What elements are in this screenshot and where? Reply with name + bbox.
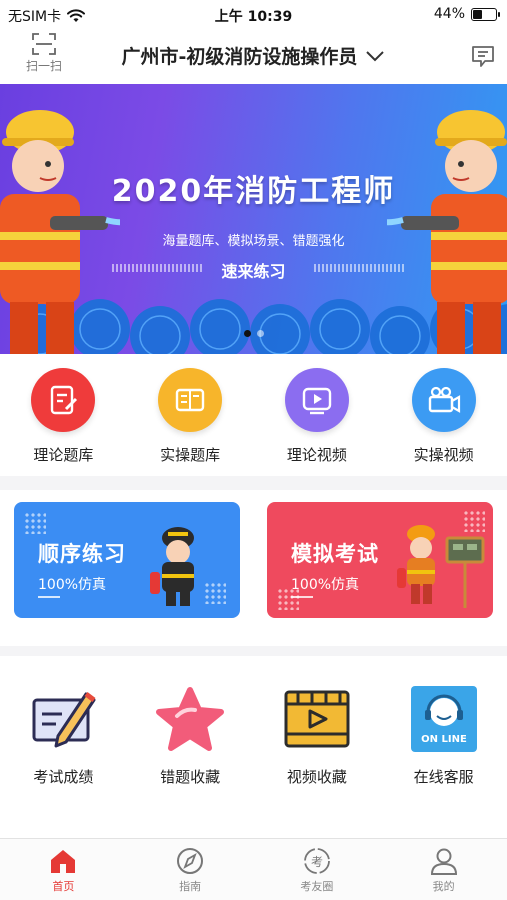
compass-icon — [177, 848, 204, 874]
banner-cta: 速来练习 — [221, 262, 286, 281]
bottom-tab-bar: 首页 指南 考 考友圈 我的 — [0, 838, 507, 900]
video-camera-icon — [411, 368, 476, 432]
firefighter-left-illustration — [0, 110, 120, 354]
scan-label: 扫一扫 — [25, 59, 62, 73]
firefighter-board-icon — [397, 525, 485, 608]
carousel-indicator — [0, 330, 507, 337]
practice-cards: 顺序练习 100%仿真 模拟考试 100%仿真 — [0, 488, 507, 638]
tab-home[interactable]: 首页 — [0, 839, 127, 900]
region-selector[interactable]: 广州市-初级消防设施操作员 — [100, 42, 407, 69]
quick-item-label: 实操视频 — [413, 446, 474, 464]
chevron-down-icon — [366, 50, 385, 61]
tab-label: 指南 — [179, 880, 202, 893]
scan-button[interactable]: 扫一扫 — [14, 32, 74, 82]
tab-label: 我的 — [432, 880, 455, 893]
quick-item-label: 理论视频 — [286, 446, 347, 464]
carousel-dot[interactable] — [243, 330, 251, 337]
feature-row: 考试成绩 错题收藏 视频收藏 ON LINE 在线客服 — [0, 684, 507, 794]
card-title: 顺序练习 — [38, 542, 126, 566]
battery-percent: 44% — [433, 6, 465, 22]
book-icon — [158, 368, 223, 432]
tab-label: 考友圈 — [300, 880, 334, 893]
status-time: 上午 10:39 — [214, 9, 293, 25]
online-badge-text: ON LINE — [421, 734, 467, 745]
sequential-practice-card[interactable]: 顺序练习 100%仿真 — [14, 502, 240, 618]
quick-item-theory-video[interactable]: 理论视频 — [254, 364, 381, 474]
feature-video-collect[interactable]: 视频收藏 — [254, 684, 381, 794]
tab-profile[interactable]: 我的 — [380, 839, 507, 900]
home-icon — [51, 850, 76, 873]
firefighter-figure-icon — [150, 527, 194, 606]
message-icon[interactable] — [469, 42, 497, 70]
quick-item-label: 理论题库 — [33, 446, 94, 464]
play-video-icon — [284, 368, 349, 432]
exam-score-icon — [28, 684, 98, 754]
tab-guide[interactable]: 指南 — [127, 839, 254, 900]
quick-item-practical-bank[interactable]: 实操题库 — [127, 364, 254, 474]
quick-item-label: 实操题库 — [160, 446, 221, 464]
promo-banner[interactable]: 2020年消防工程师 海量题库、模拟场景、错题强化 速来练习 — [0, 84, 507, 354]
tab-exam-circle[interactable]: 考 考友圈 — [254, 839, 381, 900]
feature-exam-score[interactable]: 考试成绩 — [0, 684, 127, 794]
status-bar: 无SIM卡 上午 10:39 44% — [0, 0, 507, 30]
carousel-dot[interactable] — [256, 330, 264, 337]
feature-label: 错题收藏 — [160, 768, 221, 786]
banner-subtitle: 海量题库、模拟场景、错题强化 — [162, 234, 345, 249]
section-divider — [0, 646, 507, 656]
quick-item-theory-bank[interactable]: 理论题库 — [0, 364, 127, 474]
card-subtitle: 100%仿真 — [38, 577, 107, 593]
online-service-icon: ON LINE — [409, 684, 479, 754]
card-subtitle: 100%仿真 — [291, 577, 360, 593]
page-title: 广州市-初级消防设施操作员 — [121, 46, 358, 68]
quick-item-practical-video[interactable]: 实操视频 — [380, 364, 507, 474]
dot-pattern — [24, 512, 46, 534]
firefighter-right-illustration — [387, 110, 507, 354]
battery-icon — [471, 7, 500, 21]
banner-deco-bar-right — [314, 264, 404, 272]
mock-exam-card[interactable]: 模拟考试 100%仿真 — [267, 502, 493, 618]
tab-label: 首页 — [52, 880, 75, 893]
star-icon — [155, 684, 225, 754]
scan-icon — [32, 33, 56, 55]
card-underline — [38, 596, 60, 598]
circle-badge-text: 考 — [311, 855, 323, 869]
feature-online-service[interactable]: ON LINE 在线客服 — [380, 684, 507, 794]
app-header: 扫一扫 广州市-初级消防设施操作员 — [0, 30, 507, 84]
quick-access-row: 理论题库 实操题库 理论视频 实操视频 — [0, 364, 507, 474]
circle-icon: 考 — [303, 848, 330, 874]
video-collect-icon — [282, 684, 352, 754]
banner-headline: 2020年消防工程师 — [111, 174, 396, 209]
user-icon — [430, 848, 457, 875]
card-title: 模拟考试 — [291, 542, 379, 566]
feature-label: 在线客服 — [413, 768, 474, 786]
feature-label: 视频收藏 — [286, 768, 347, 786]
edit-note-icon — [31, 368, 96, 432]
feature-wrong-collect[interactable]: 错题收藏 — [127, 684, 254, 794]
feature-label: 考试成绩 — [33, 768, 94, 786]
card-underline — [291, 596, 313, 598]
